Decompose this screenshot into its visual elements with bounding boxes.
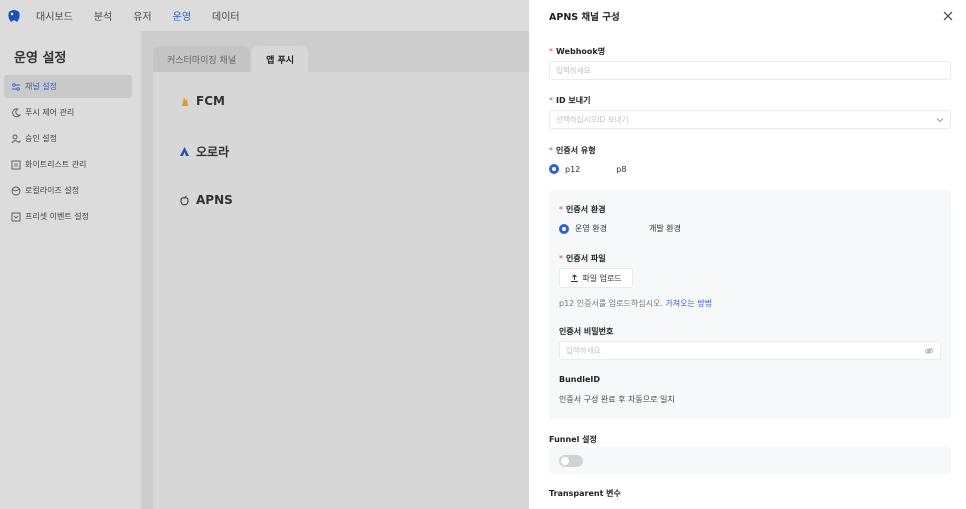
close-icon[interactable]	[942, 10, 954, 22]
apns-config-drawer: APNS 채널 구성 * Webhook명 입력하세요 * ID 보내기 선택하십시…	[529, 0, 966, 509]
sidebar-title: 운영 설정	[14, 51, 67, 66]
cert-password-label: 인증서 비밀번호	[559, 327, 614, 336]
radio-label: 운영 환경	[575, 224, 607, 233]
required-marker: *	[549, 96, 553, 105]
radio-checked	[549, 164, 559, 174]
radio-development-env[interactable]: 개발 환경	[632, 223, 681, 234]
tab-custom-channel[interactable]: 커스터마이징 채널	[153, 46, 251, 72]
eye-off-icon[interactable]	[924, 347, 934, 355]
id-send-select[interactable]: 선택하십시오ID 보내기	[549, 110, 951, 129]
radio-unchecked	[632, 223, 643, 234]
nav-users[interactable]: 유저	[133, 8, 151, 23]
funnel-label: Funnel 설정	[549, 435, 597, 444]
required-marker: *	[549, 47, 553, 56]
required-marker: *	[559, 205, 563, 214]
upload-button-label: 파일 업로드	[582, 273, 622, 283]
how-to-get-link[interactable]: 가져오는 방법	[665, 299, 712, 308]
cert-env-radio-group: 운영 환경 개발 환경	[559, 223, 681, 234]
sidebar-item-label: 채널 설정	[25, 82, 57, 91]
channel-apns[interactable]: APNS	[179, 193, 233, 207]
nav-data[interactable]: 데이터	[212, 8, 240, 23]
channel-name: FCM	[196, 94, 225, 108]
input-placeholder: 입력하세요	[566, 346, 601, 355]
required-marker: *	[549, 146, 553, 155]
funnel-settings-panel	[549, 447, 951, 474]
sidebar-item-channel-settings[interactable]: 채널 설정	[4, 75, 132, 98]
sidebar-item-label: 승인 설정	[25, 134, 57, 143]
user-check-icon	[10, 133, 21, 144]
channel-tabs: 커스터마이징 채널 앱 푸시	[153, 46, 310, 72]
sidebar: 운영 설정 채널 설정 푸시 제어 관리 승인 설정 화이트리스트 관리 로컬라…	[0, 31, 141, 509]
sidebar-item-push-control[interactable]: 푸시 제어 관리	[4, 101, 132, 124]
radio-p12[interactable]: p12	[549, 164, 580, 174]
channel-name: 오로라	[196, 145, 230, 159]
sidebar-item-label: 화이트리스트 관리	[25, 160, 87, 169]
sidebar-item-label: 로컬라이즈 설정	[25, 186, 80, 195]
app-logo-icon[interactable]	[6, 8, 22, 24]
cert-file-hint: p12 인증서를 업로드하십시오. 가져오는 방법	[559, 298, 712, 309]
upload-icon	[571, 273, 579, 282]
file-upload-button[interactable]: 파일 업로드	[559, 268, 633, 288]
sidebar-item-localize[interactable]: 로컬라이즈 설정	[4, 179, 132, 202]
cert-file-label: * 인증서 파일	[559, 254, 606, 263]
radio-label: p8	[616, 164, 627, 174]
sidebar-item-whitelist[interactable]: 화이트리스트 관리	[4, 153, 132, 176]
nav-dashboard[interactable]: 대시보드	[36, 8, 73, 23]
cert-env-label: * 인증서 환경	[559, 205, 606, 214]
required-marker: *	[559, 254, 563, 263]
aurora-icon	[179, 146, 190, 157]
radio-unchecked	[600, 164, 611, 174]
select-placeholder: 선택하십시오ID 보내기	[556, 115, 629, 124]
cert-type-radio-group: p12 p8	[549, 164, 626, 174]
list-icon	[10, 159, 21, 170]
id-send-label: * ID 보내기	[549, 96, 591, 105]
preset-icon	[10, 211, 21, 222]
transparent-variable-label: Transparent 변수	[549, 489, 621, 498]
chevron-down-icon	[936, 117, 944, 122]
channel-aurora[interactable]: 오로라	[179, 143, 229, 160]
webhook-name-input[interactable]: 입력하세요	[549, 61, 951, 80]
radio-checked	[559, 223, 569, 234]
radio-production-env[interactable]: 운영 환경	[559, 223, 607, 234]
bundle-id-label: BundleID	[559, 375, 600, 384]
sidebar-item-label: 프리셋 이벤트 설정	[25, 212, 89, 221]
radio-label: p12	[565, 164, 581, 174]
cert-password-input[interactable]: 입력하세요	[559, 341, 941, 360]
toggle-knob	[561, 457, 569, 465]
sidebar-item-preset-events[interactable]: 프리셋 이벤트 설정	[4, 205, 132, 228]
hint-text: p12 인증서를 업로드하십시오.	[559, 299, 663, 308]
webhook-label: * Webhook명	[549, 47, 606, 56]
moon-icon	[10, 107, 21, 118]
input-placeholder: 입력하세요	[556, 66, 591, 75]
tab-app-push[interactable]: 앱 푸시	[252, 46, 309, 72]
globe-icon	[10, 185, 21, 196]
nav-analytics[interactable]: 분석	[94, 8, 112, 23]
sliders-icon	[10, 81, 21, 92]
nav-operations[interactable]: 운영	[173, 8, 191, 23]
sidebar-item-approval[interactable]: 승인 설정	[4, 127, 132, 150]
cert-type-label: * 인증서 유형	[549, 146, 596, 155]
firebase-icon	[179, 96, 190, 107]
channel-name: APNS	[196, 193, 233, 207]
drawer-title: APNS 채널 구성	[549, 12, 620, 23]
apple-icon	[179, 195, 190, 206]
radio-label: 개발 환경	[648, 224, 681, 233]
bundle-id-value: 인증서 구성 완료 후 자동으로 일치	[559, 395, 675, 404]
radio-p8[interactable]: p8	[600, 164, 626, 174]
funnel-toggle[interactable]	[559, 455, 583, 467]
sidebar-item-label: 푸시 제어 관리	[25, 108, 75, 117]
channel-fcm[interactable]: FCM	[179, 94, 225, 108]
